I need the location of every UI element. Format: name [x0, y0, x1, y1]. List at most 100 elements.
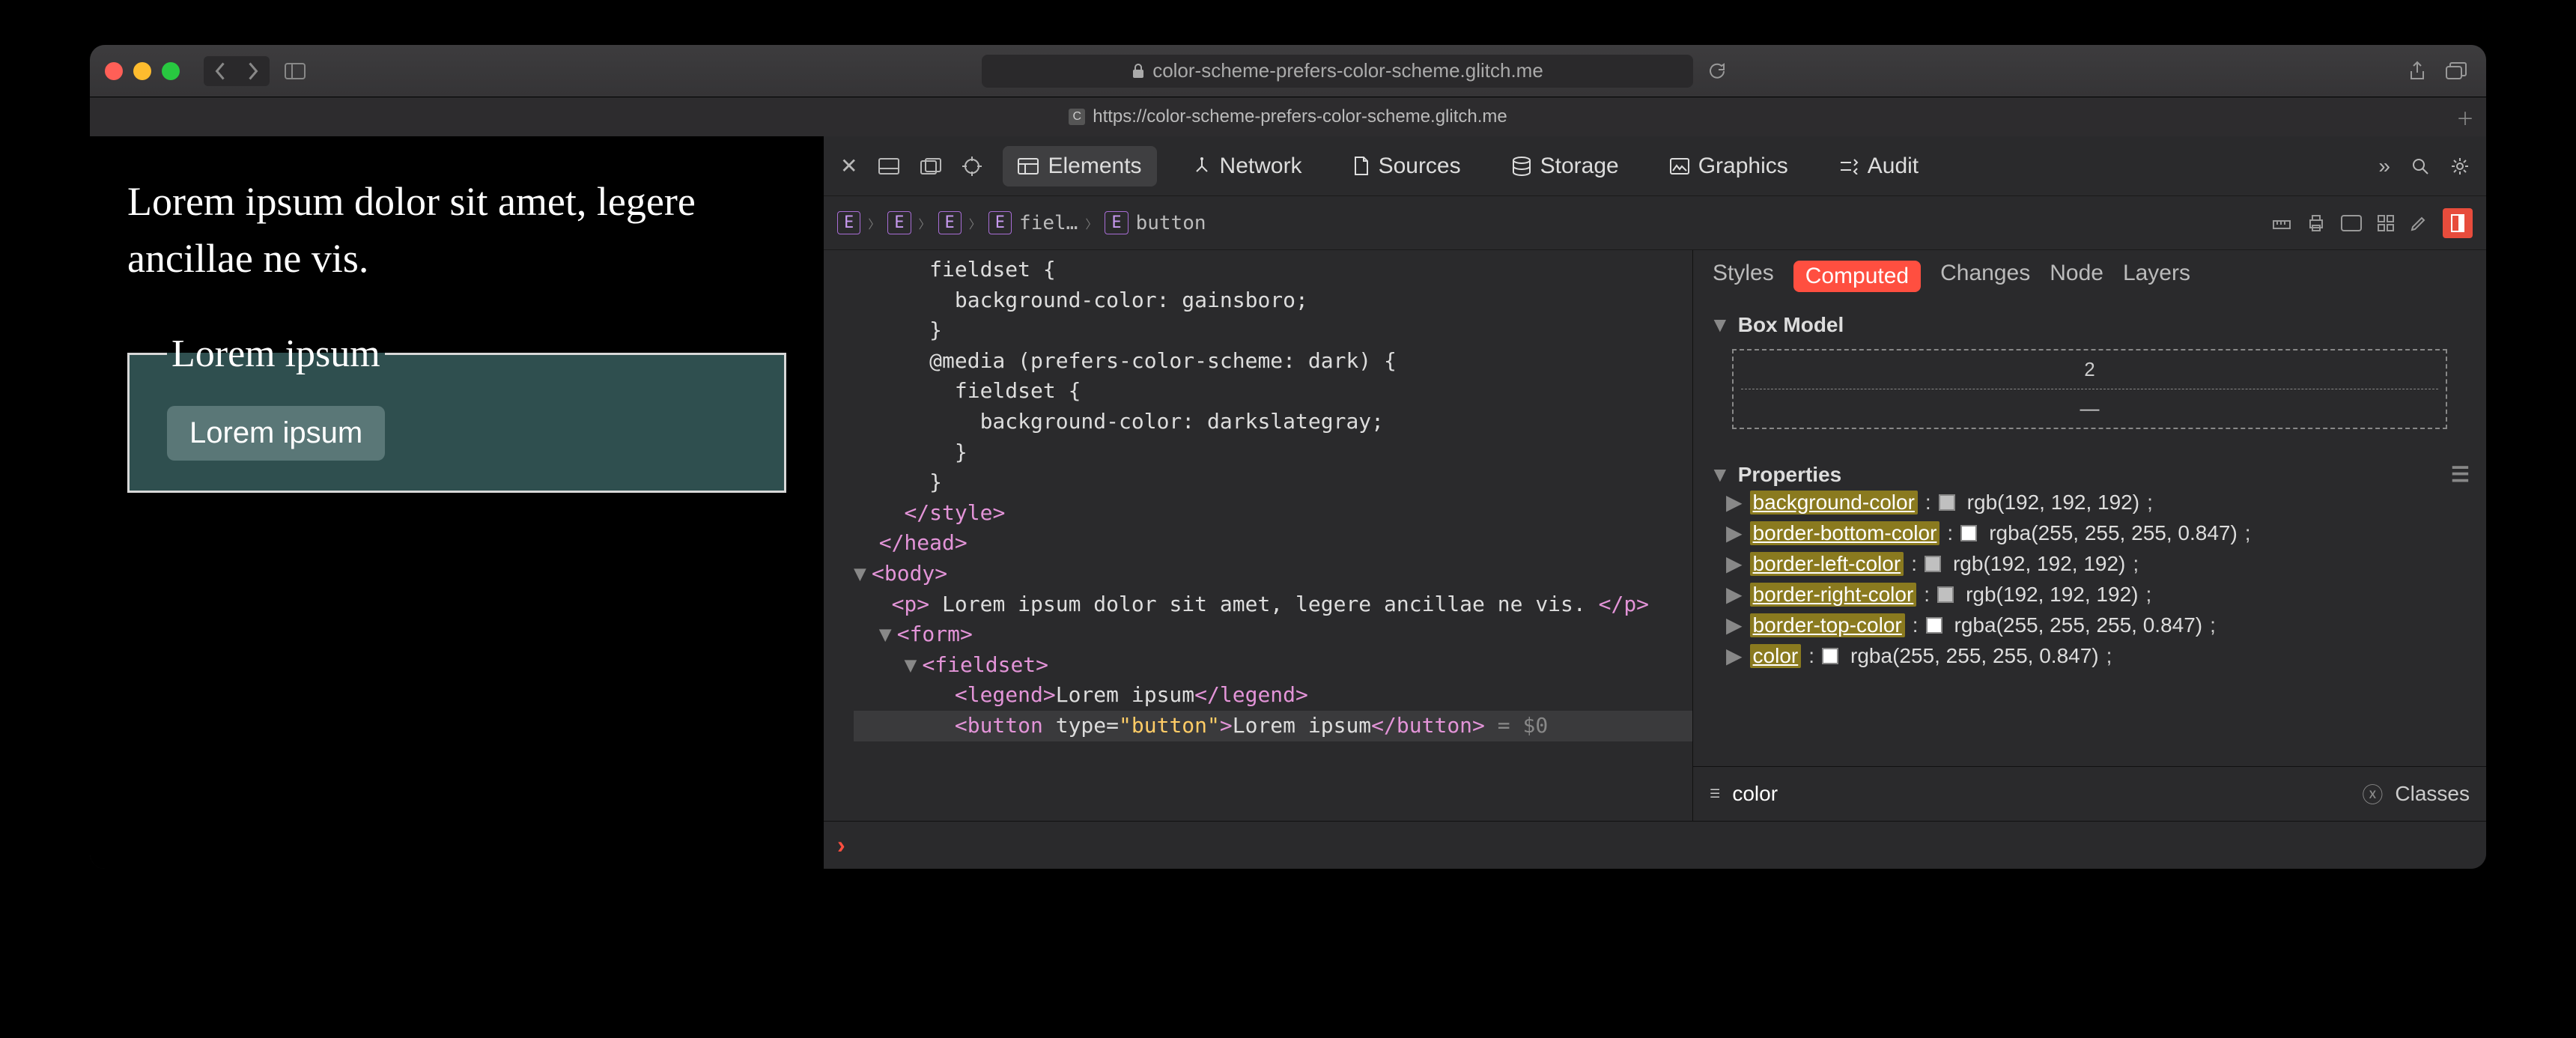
tab-graphics[interactable]: Graphics	[1655, 146, 1803, 186]
tab-computed[interactable]: Computed	[1793, 261, 1921, 292]
bc-label: button	[1136, 212, 1206, 234]
close-devtools-button[interactable]: ✕	[840, 154, 857, 178]
devtools: ✕ Elements Network Sources	[824, 136, 2486, 869]
url-text: color-scheme-prefers-color-scheme.glitch…	[1152, 59, 1543, 82]
bc-label: fiel…	[1019, 212, 1078, 234]
back-button[interactable]	[204, 56, 237, 86]
new-tab-button[interactable]: ＋	[2456, 104, 2474, 130]
property-name: border-left-color	[1750, 552, 1904, 576]
code-line: <p> Lorem ipsum dolor sit amet, legere a…	[854, 589, 1692, 620]
dock-side-icon[interactable]	[920, 158, 941, 174]
safari-window: color-scheme-prefers-color-scheme.glitch…	[90, 45, 2486, 869]
page-paragraph: Lorem ipsum dolor sit amet, legere ancil…	[127, 174, 786, 287]
color-swatch[interactable]	[1960, 525, 1977, 541]
property-row[interactable]: ▶border-left-color: rgb(192, 192, 192);	[1726, 548, 2453, 579]
code-line: background-color: gainsboro;	[854, 285, 1692, 316]
print-styles-icon[interactable]	[2306, 213, 2326, 233]
property-row[interactable]: ▶background-color: rgb(192, 192, 192);	[1726, 487, 2453, 518]
dock-bottom-icon[interactable]	[878, 158, 899, 174]
tab-styles[interactable]: Styles	[1713, 261, 1774, 292]
breadcrumb[interactable]: E〉 E〉 E〉 E fiel…〉 E button	[837, 211, 1206, 234]
code-line: </style>	[854, 498, 1692, 529]
grid-icon[interactable]	[2377, 214, 2395, 232]
property-row[interactable]: ▶border-top-color: rgba(255, 255, 255, 0…	[1726, 610, 2453, 640]
box-model-diagram[interactable]: 2 —	[1732, 349, 2447, 429]
properties-heading: Properties	[1738, 463, 1842, 487]
code-line: ▼<body>	[854, 559, 1692, 589]
code-line: ▼<form>	[854, 619, 1692, 650]
nav-back-forward	[204, 56, 270, 86]
storage-icon	[1512, 157, 1531, 176]
tabs-button[interactable]	[2441, 56, 2471, 86]
color-swatch[interactable]	[1937, 586, 1954, 603]
device-icon[interactable]	[2341, 215, 2362, 231]
close-window-button[interactable]	[105, 62, 123, 80]
tab-storage-label: Storage	[1540, 154, 1619, 179]
clear-filter-button[interactable]: ⓧ	[2362, 779, 2383, 809]
console-bar[interactable]: ›	[824, 821, 2486, 869]
reload-button[interactable]	[1702, 56, 1732, 86]
color-swatch[interactable]	[1822, 648, 1838, 664]
property-name: background-color	[1750, 491, 1918, 515]
tab-sources[interactable]: Sources	[1338, 146, 1476, 186]
color-swatch[interactable]	[1939, 494, 1955, 511]
details-sidebar: Styles Computed Changes Node Layers ▼Box…	[1692, 250, 2486, 821]
color-swatch[interactable]	[1926, 617, 1942, 634]
brush-icon[interactable]	[2410, 214, 2428, 232]
bc-chip[interactable]: E	[837, 211, 860, 234]
tab-elements[interactable]: Elements	[1003, 146, 1156, 186]
search-icon[interactable]	[2411, 157, 2429, 175]
url-bar[interactable]: color-scheme-prefers-color-scheme.glitch…	[982, 55, 1693, 88]
bc-chip[interactable]: E	[988, 211, 1012, 234]
property-row[interactable]: ▶border-right-color: rgb(192, 192, 192);	[1726, 579, 2453, 610]
filter-input[interactable]	[1732, 782, 2350, 806]
property-name: border-bottom-color	[1750, 521, 1940, 545]
tab-elements-label: Elements	[1048, 154, 1141, 179]
code-line: }	[854, 315, 1692, 346]
sidebar-tabs: Styles Computed Changes Node Layers	[1693, 250, 2486, 303]
property-value: rgb(192, 192, 192)	[1966, 583, 2138, 607]
tab-changes[interactable]: Changes	[1940, 261, 2030, 292]
dom-tree[interactable]: fieldset { background-color: gainsboro; …	[824, 250, 1692, 821]
minimize-window-button[interactable]	[133, 62, 151, 80]
devtools-top-bar: ✕ Elements Network Sources	[824, 136, 2486, 196]
bc-chip[interactable]: E	[1105, 211, 1128, 234]
color-swatch[interactable]	[1925, 556, 1941, 572]
code-line: ▼<fieldset>	[854, 650, 1692, 681]
bc-chip[interactable]: E	[938, 211, 962, 234]
property-row[interactable]: ▶color: rgba(255, 255, 255, 0.847);	[1726, 640, 2453, 671]
ruler-icon[interactable]	[2272, 213, 2291, 233]
code-line: fieldset {	[854, 376, 1692, 407]
gear-icon[interactable]	[2450, 157, 2470, 176]
tab-network[interactable]: Network	[1178, 146, 1317, 186]
share-button[interactable]	[2402, 56, 2432, 86]
tab-network-label: Network	[1220, 154, 1302, 179]
filter-bar: ☰ ⓧ Classes	[1693, 766, 2486, 821]
target-picker-icon[interactable]	[962, 157, 982, 176]
box-model-value: —	[1741, 389, 2438, 420]
tab-title[interactable]: https://color-scheme-prefers-color-schem…	[1093, 106, 1507, 127]
page-legend: Lorem ipsum	[167, 332, 385, 376]
tab-audit[interactable]: Audit	[1824, 146, 1933, 186]
fullscreen-window-button[interactable]	[162, 62, 180, 80]
property-value: rgba(255, 255, 255, 0.847)	[1989, 521, 2238, 545]
code-line: <legend>Lorem ipsum</legend>	[854, 680, 1692, 711]
tab-node[interactable]: Node	[2050, 261, 2103, 292]
box-model-value: 2	[1741, 358, 2438, 381]
forward-button[interactable]	[237, 56, 270, 86]
tab-layers[interactable]: Layers	[2123, 261, 2190, 292]
tab-bar: C https://color-scheme-prefers-color-sch…	[90, 97, 2486, 136]
property-row[interactable]: ▶border-bottom-color: rgba(255, 255, 255…	[1726, 518, 2453, 548]
classes-button[interactable]: Classes	[2395, 782, 2470, 806]
tab-storage[interactable]: Storage	[1497, 146, 1634, 186]
tab-audit-label: Audit	[1868, 154, 1919, 179]
overflow-icon[interactable]: »	[2378, 154, 2390, 178]
code-line: background-color: darkslategray;	[854, 407, 1692, 437]
elements-icon	[1018, 158, 1039, 174]
filter-toggle-icon[interactable]: ☰	[2451, 462, 2470, 487]
page-button[interactable]: Lorem ipsum	[167, 406, 385, 461]
compositing-icon[interactable]	[2443, 208, 2473, 238]
bc-chip[interactable]: E	[887, 211, 911, 234]
sources-icon	[1353, 157, 1370, 176]
sidebar-toggle-button[interactable]	[279, 56, 312, 86]
